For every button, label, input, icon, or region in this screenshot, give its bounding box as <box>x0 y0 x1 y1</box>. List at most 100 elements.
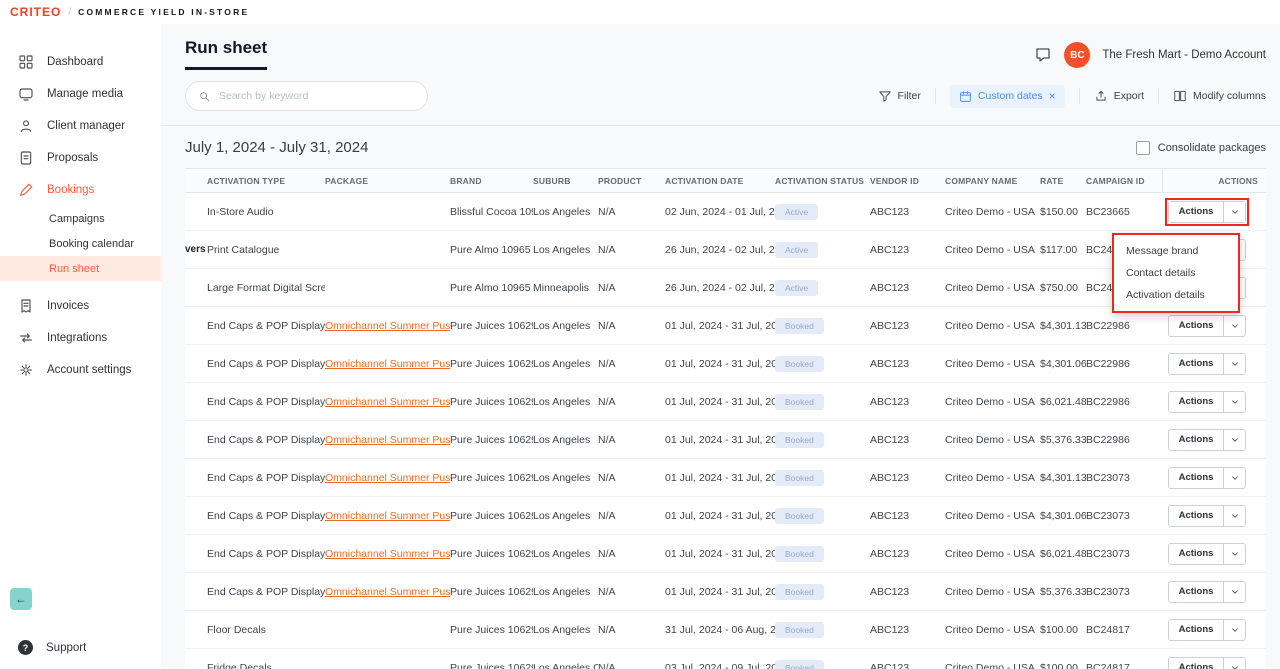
actions-button[interactable]: Actions <box>1169 544 1223 564</box>
search-input[interactable] <box>219 90 415 102</box>
sidebar-item-bookings[interactable]: Bookings <box>0 174 161 206</box>
cell-suburb: Minneapolis <box>533 282 598 294</box>
cell-actions: Actions <box>1162 581 1266 603</box>
actions-button[interactable]: Actions <box>1169 468 1223 488</box>
actions-button-group: Actions <box>1168 201 1246 223</box>
column-header-campaign-id[interactable]: CAMPAIGN ID <box>1086 176 1162 186</box>
custom-dates-chip[interactable]: Custom dates × <box>950 85 1065 108</box>
cell-company-name: Criteo Demo - USA <box>945 472 1040 484</box>
sidebar-item-manage-media[interactable]: Manage media <box>0 78 161 110</box>
column-header-activation-status[interactable]: ACTIVATION STATUS▲ <box>775 176 870 186</box>
filter-label: Filter <box>898 90 921 102</box>
run-sheet-table: ACTIVATION TYPE PACKAGE BRAND SUBURB PRO… <box>185 168 1266 669</box>
actions-chevron-button[interactable] <box>1223 202 1245 222</box>
consolidate-packages-control: Consolidate packages <box>1136 141 1266 155</box>
sidebar-subitem-campaigns[interactable]: Campaigns <box>0 206 161 231</box>
column-header-product[interactable]: PRODUCT <box>598 176 665 186</box>
actions-button[interactable]: Actions <box>1169 506 1223 526</box>
cell-rate: $117.00 <box>1040 244 1086 256</box>
product-name: COMMERCE YIELD IN-STORE <box>78 7 249 17</box>
package-link[interactable]: Omnichannel Summer Push <box>325 586 450 598</box>
sidebar-item-client-manager[interactable]: Client manager <box>0 110 161 142</box>
pen-icon <box>18 182 34 198</box>
actions-chevron-button[interactable] <box>1223 468 1245 488</box>
menu-item-contact-details[interactable]: Contact details <box>1114 262 1238 284</box>
chevron-down-icon <box>1230 663 1240 669</box>
collapse-sidebar-button[interactable]: ← <box>10 588 32 610</box>
cell-activation-date: 01 Jul, 2024 - 31 Jul, 2024 <box>665 320 775 332</box>
column-header-brand[interactable]: BRAND <box>450 176 533 186</box>
actions-chevron-button[interactable] <box>1223 544 1245 564</box>
chat-icon[interactable] <box>1034 46 1052 64</box>
consolidate-packages-checkbox[interactable] <box>1136 141 1150 155</box>
cell-vendor-id: ABC123 <box>870 434 945 446</box>
column-header-package[interactable]: PACKAGE <box>325 176 450 186</box>
column-header-company-name[interactable]: COMPANY NAME <box>945 176 1040 186</box>
filter-button[interactable]: Filter <box>878 89 921 103</box>
cell-actions: Actions <box>1162 543 1266 565</box>
column-header-vendor-id[interactable]: VENDOR ID <box>870 176 945 186</box>
cell-campaign-id: BC22986 <box>1086 358 1162 370</box>
cell-package: Omnichannel Summer Push <box>325 586 450 598</box>
menu-item-activation-details[interactable]: Activation details <box>1114 284 1238 306</box>
sidebar-subitem-run-sheet[interactable]: Run sheet <box>0 256 161 281</box>
column-header-rate[interactable]: RATE <box>1040 176 1086 186</box>
sidebar-item-support[interactable]: ? Support <box>0 640 161 669</box>
sidebar-subitem-booking-calendar[interactable]: Booking calendar <box>0 231 161 256</box>
column-header-activation-type[interactable]: ACTIVATION TYPE <box>207 176 325 186</box>
actions-button[interactable]: Actions <box>1169 620 1223 640</box>
modify-columns-button[interactable]: Modify columns <box>1173 89 1266 103</box>
actions-chevron-button[interactable] <box>1223 620 1245 640</box>
menu-item-message-brand[interactable]: Message brand <box>1114 240 1238 262</box>
search-box[interactable] <box>185 81 428 111</box>
actions-chevron-button[interactable] <box>1223 658 1245 669</box>
cell-activation-status: Booked <box>775 622 870 638</box>
actions-chevron-button[interactable] <box>1223 392 1245 412</box>
chevron-down-icon <box>1230 587 1240 597</box>
actions-chevron-button[interactable] <box>1223 316 1245 336</box>
package-link[interactable]: Omnichannel Summer Push <box>325 396 450 408</box>
actions-button[interactable]: Actions <box>1169 354 1223 374</box>
package-link[interactable]: Omnichannel Summer Push <box>325 510 450 522</box>
status-badge: Active <box>775 242 818 258</box>
sidebar-item-account-settings[interactable]: Account settings <box>0 354 161 386</box>
actions-chevron-button[interactable] <box>1223 354 1245 374</box>
sidebar-item-integrations[interactable]: Integrations <box>0 322 161 354</box>
package-link[interactable]: Omnichannel Summer Push <box>325 434 450 446</box>
package-link[interactable]: Omnichannel Summer Push <box>325 320 450 332</box>
actions-chevron-button[interactable] <box>1223 582 1245 602</box>
avatar[interactable]: BC <box>1064 42 1090 68</box>
cell-activation-type: End Caps & POP Displays <box>207 586 325 598</box>
cell-rate: $100.00 <box>1040 624 1086 636</box>
actions-chevron-button[interactable] <box>1223 506 1245 526</box>
package-link[interactable]: Omnichannel Summer Push <box>325 358 450 370</box>
custom-dates-label: Custom dates <box>978 90 1043 102</box>
actions-button[interactable]: Actions <box>1169 430 1223 450</box>
close-icon[interactable]: × <box>1049 90 1056 102</box>
toolbar-divider <box>935 88 936 104</box>
cell-activation-type: Fridge Decals <box>207 662 325 669</box>
table-row: versPrint CataloguePure Almo 10965Los An… <box>185 231 1266 269</box>
cell-actions: Actions <box>1162 505 1266 527</box>
column-header-activation-date[interactable]: ACTIVATION DATE <box>665 176 775 186</box>
cell-product: N/A <box>598 282 665 294</box>
actions-button[interactable]: Actions <box>1169 582 1223 602</box>
cell-activation-status: Active <box>775 204 870 220</box>
actions-button[interactable]: Actions <box>1169 392 1223 412</box>
actions-button[interactable]: Actions <box>1169 316 1223 336</box>
cell-campaign-id: BC23073 <box>1086 510 1162 522</box>
sidebar-item-invoices[interactable]: Invoices <box>0 290 161 322</box>
sidebar-item-proposals[interactable]: Proposals <box>0 142 161 174</box>
sidebar-item-dashboard[interactable]: Dashboard <box>0 46 161 78</box>
actions-button[interactable]: Actions <box>1169 658 1223 669</box>
actions-button[interactable]: Actions <box>1169 202 1223 222</box>
column-header-suburb[interactable]: SUBURB <box>533 176 598 186</box>
package-link[interactable]: Omnichannel Summer Push <box>325 548 450 560</box>
cell-actions: Actions <box>1162 315 1266 337</box>
package-link[interactable]: Omnichannel Summer Push <box>325 472 450 484</box>
export-button[interactable]: Export <box>1094 89 1144 103</box>
cell-activation-type: In-Store Audio <box>207 206 325 218</box>
cell-rate: $4,301.13 <box>1040 320 1086 332</box>
actions-chevron-button[interactable] <box>1223 430 1245 450</box>
table-row: End Caps & POP DisplaysOmnichannel Summe… <box>185 421 1266 459</box>
